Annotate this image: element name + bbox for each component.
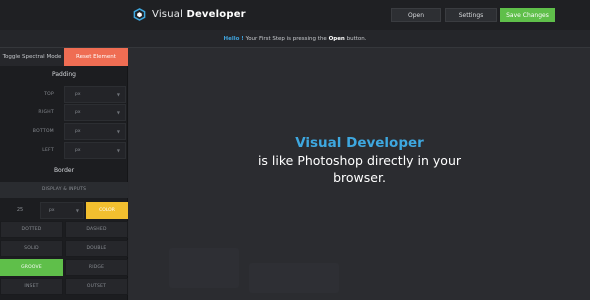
padding-left-unit: px xyxy=(75,148,81,153)
hero-tagline-line1: is like Photoshop directly in your xyxy=(257,153,462,168)
chevron-down-icon: ▼ xyxy=(116,129,120,134)
hint-hello: Hello ! xyxy=(223,36,244,42)
open-button[interactable]: Open xyxy=(391,8,441,22)
border-style-dotted-button[interactable]: DOTTED xyxy=(0,221,63,238)
background-decoration xyxy=(169,248,239,288)
app-title-bold: Developer xyxy=(186,9,246,20)
hint-text-before: Your First Step is pressing the xyxy=(245,36,327,42)
border-style-inset-button[interactable]: INSET xyxy=(0,278,63,295)
padding-left-select[interactable]: px ▼ xyxy=(64,142,126,159)
chevron-down-icon: ▼ xyxy=(75,208,79,213)
app-title: Visual Developer xyxy=(152,9,246,20)
main-canvas[interactable]: Visual Developer is like Photoshop direc… xyxy=(129,48,590,300)
padding-bottom-select[interactable]: px ▼ xyxy=(64,123,126,140)
save-changes-button[interactable]: Save Changes xyxy=(500,8,555,22)
border-unit-select[interactable]: px ▼ xyxy=(40,202,84,219)
border-color-button[interactable]: COLOR xyxy=(86,202,128,219)
background-decoration xyxy=(249,263,339,293)
padding-left-label: LEFT xyxy=(42,148,54,153)
border-width-input[interactable]: 25 xyxy=(0,202,40,219)
toggle-spectral-mode-button[interactable]: Toggle Spectral Mode xyxy=(0,48,64,66)
border-style-groove-button[interactable]: GROOVE xyxy=(0,259,63,276)
hint-bar: Hello ! Your First Step is pressing the … xyxy=(0,30,590,48)
app-title-light: Visual xyxy=(152,9,184,20)
border-style-solid-button[interactable]: SOLID xyxy=(0,240,63,257)
chevron-down-icon: ▼ xyxy=(116,92,120,97)
app-logo: Visual Developer xyxy=(133,8,246,21)
hexagon-logo-icon xyxy=(133,8,146,21)
border-style-outset-button[interactable]: OUTSET xyxy=(65,278,128,295)
hero-tagline-line2: browser. xyxy=(333,170,386,185)
padding-top-label: TOP xyxy=(44,92,54,97)
chevron-down-icon: ▼ xyxy=(116,110,120,115)
border-style-double-button[interactable]: DOUBLE xyxy=(65,240,128,257)
border-unit-value: px xyxy=(49,208,55,213)
padding-top-unit: px xyxy=(75,92,81,97)
top-bar: Visual Developer Open Settings Save Chan… xyxy=(0,0,590,30)
padding-right-unit: px xyxy=(75,110,81,115)
padding-right-label: RIGHT xyxy=(38,110,54,115)
border-style-ridge-button[interactable]: RIDGE xyxy=(65,259,128,276)
hint-open-word: Open xyxy=(328,36,345,42)
padding-section-title: Padding xyxy=(52,71,76,78)
reset-element-button[interactable]: Reset Element xyxy=(64,48,128,66)
padding-bottom-label: BOTTOM xyxy=(32,129,54,134)
hero-brand: Visual Developer xyxy=(295,135,424,151)
padding-bottom-unit: px xyxy=(75,129,81,134)
padding-top-select[interactable]: px ▼ xyxy=(64,86,126,103)
hero-headline: Visual Developer is like Photoshop direc… xyxy=(129,135,590,186)
properties-panel: Toggle Spectral Mode Reset Element Paddi… xyxy=(0,48,128,300)
border-style-dashed-button[interactable]: DASHED xyxy=(65,221,128,238)
padding-right-select[interactable]: px ▼ xyxy=(64,104,126,121)
settings-button[interactable]: Settings xyxy=(445,8,497,22)
chevron-down-icon: ▼ xyxy=(116,148,120,153)
border-section-title: Border xyxy=(53,167,75,174)
display-inputs-bar[interactable]: DISPLAY & INPUTS xyxy=(0,182,128,198)
hint-text-after: button. xyxy=(346,36,367,42)
